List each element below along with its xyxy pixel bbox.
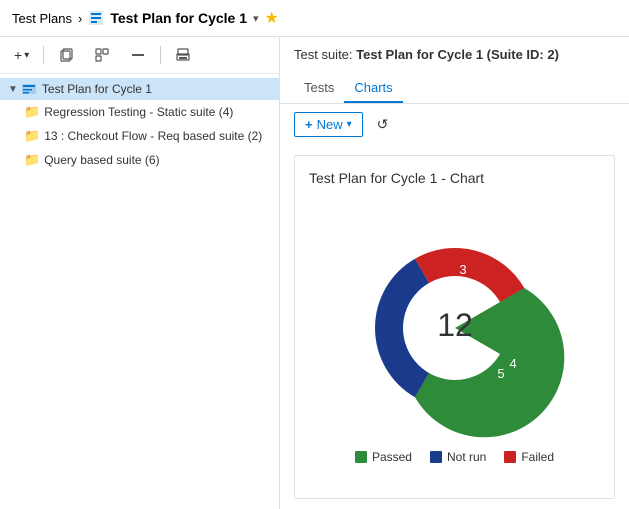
tree-item[interactable]: 📁 13 : Checkout Flow - Req based suite (…: [0, 124, 279, 148]
new-label: New: [317, 117, 343, 132]
passed-legend-label: Passed: [372, 450, 412, 464]
suite-name: Test Plan for Cycle 1 (Suite ID: 2): [356, 47, 559, 62]
tree-item[interactable]: 📁 Query based suite (6): [0, 148, 279, 172]
page-title: Test Plan for Cycle 1: [110, 10, 247, 26]
breadcrumb-test-plans[interactable]: Test Plans: [12, 11, 72, 26]
chart-title: Test Plan for Cycle 1 - Chart: [309, 170, 600, 186]
failed-legend-label: Failed: [521, 450, 554, 464]
chart-container: Test Plan for Cycle 1 - Chart: [294, 155, 615, 499]
chart-area: Test Plan for Cycle 1 - Chart: [280, 145, 629, 509]
toolbar-separator: [43, 46, 44, 64]
right-toolbar: + New ▾ ↺: [280, 104, 629, 145]
right-panel: Test suite: Test Plan for Cycle 1 (Suite…: [280, 37, 629, 509]
breadcrumb-chevron: ›: [78, 11, 82, 26]
collapse-button[interactable]: [124, 43, 152, 67]
favorite-star[interactable]: ★: [265, 8, 279, 28]
left-toolbar: + ▾: [0, 37, 279, 74]
tree-item-label: Regression Testing - Static suite (4): [44, 105, 233, 119]
toolbar-separator-2: [160, 46, 161, 64]
passed-label: 5: [497, 366, 504, 381]
suite-title: Test suite: Test Plan for Cycle 1 (Suite…: [294, 47, 615, 62]
copy-icon: [58, 47, 74, 63]
expand-button[interactable]: [88, 43, 116, 67]
refresh-icon: ↺: [377, 116, 389, 132]
expand-arrow-icon: ▼: [8, 84, 18, 95]
notrun-legend-label: Not run: [447, 450, 486, 464]
tree-item-label: Query based suite (6): [44, 153, 159, 167]
chart-total-text: 12: [437, 307, 473, 343]
donut-chart-wrapper: 12 3 5 4: [309, 198, 600, 484]
passed-legend-box: [355, 451, 367, 463]
copy-button[interactable]: [52, 43, 80, 67]
legend-notrun: Not run: [430, 450, 486, 464]
left-panel: + ▾: [0, 37, 280, 509]
new-plus-icon: +: [305, 117, 313, 132]
print-button[interactable]: [169, 43, 197, 67]
add-dropdown-icon: ▾: [24, 50, 29, 61]
test-suite-tree: ▼ Test Plan for Cycle 1 📁 Regression Tes…: [0, 74, 279, 509]
right-header: Test suite: Test Plan for Cycle 1 (Suite…: [280, 37, 629, 74]
new-dropdown-icon: ▾: [347, 119, 352, 130]
failed-legend-box: [504, 451, 516, 463]
tab-bar: Tests Charts: [280, 74, 629, 104]
folder-icon: 📁: [24, 152, 40, 168]
chart-legend: Passed Not run Failed: [355, 450, 554, 464]
tab-charts[interactable]: Charts: [344, 74, 402, 103]
title-dropdown-btn[interactable]: ▾: [253, 12, 259, 25]
legend-failed: Failed: [504, 450, 554, 464]
tree-item[interactable]: 📁 Regression Testing - Static suite (4): [0, 100, 279, 124]
notrun-value-label: 4: [510, 356, 517, 371]
print-icon: [175, 47, 191, 63]
collapse-icon: [130, 47, 146, 63]
donut-chart-main: 12 3 5 4: [345, 218, 565, 438]
folder-icon: 📁: [24, 128, 40, 144]
notrun-legend-box: [430, 451, 442, 463]
app-header: Test Plans › Test Plan for Cycle 1 ▾ ★: [0, 0, 629, 37]
add-plus-icon: +: [14, 47, 22, 63]
tree-root-item[interactable]: ▼ Test Plan for Cycle 1: [0, 78, 279, 100]
plan-tree-icon: [22, 82, 38, 96]
plan-icon: [88, 10, 104, 26]
tree-item-label: 13 : Checkout Flow - Req based suite (2): [44, 129, 262, 143]
main-layout: + ▾: [0, 37, 629, 509]
legend-passed: Passed: [355, 450, 412, 464]
expand-icon: [94, 47, 110, 63]
folder-icon: 📁: [24, 104, 40, 120]
new-button[interactable]: + New ▾: [294, 112, 363, 137]
tab-tests[interactable]: Tests: [294, 74, 344, 103]
add-button[interactable]: + ▾: [8, 43, 35, 67]
suite-label: Test suite:: [294, 47, 353, 62]
refresh-button[interactable]: ↺: [371, 112, 395, 137]
failed-label: 3: [459, 262, 466, 277]
tree-root-label: Test Plan for Cycle 1: [42, 82, 152, 96]
